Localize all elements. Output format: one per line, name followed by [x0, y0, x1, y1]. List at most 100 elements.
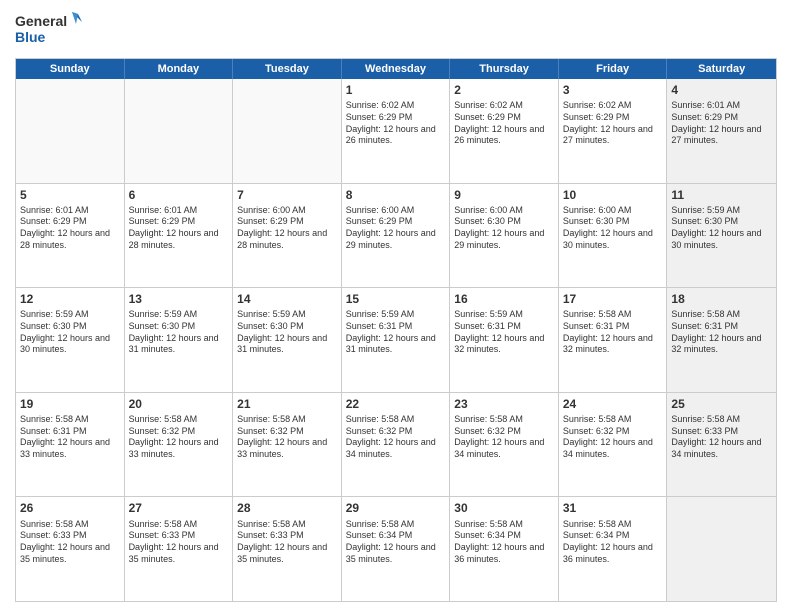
cell-info: Sunrise: 5:58 AM Sunset: 6:31 PM Dayligh…: [20, 414, 120, 461]
cell-info: Sunrise: 5:58 AM Sunset: 6:32 PM Dayligh…: [563, 414, 663, 461]
header: General Blue: [15, 10, 777, 52]
calendar: SundayMondayTuesdayWednesdayThursdayFrid…: [15, 58, 777, 602]
weekday-header: Friday: [559, 59, 668, 79]
day-number: 23: [454, 396, 554, 412]
cell-info: Sunrise: 5:59 AM Sunset: 6:30 PM Dayligh…: [129, 309, 229, 356]
calendar-row: 19 Sunrise: 5:58 AM Sunset: 6:31 PM Dayli…: [16, 393, 776, 498]
calendar-cell: 24 Sunrise: 5:58 AM Sunset: 6:32 PM Dayli…: [559, 393, 668, 497]
day-number: 22: [346, 396, 446, 412]
calendar-cell: 23 Sunrise: 5:58 AM Sunset: 6:32 PM Dayli…: [450, 393, 559, 497]
weekday-header: Saturday: [667, 59, 776, 79]
cell-info: Sunrise: 5:59 AM Sunset: 6:31 PM Dayligh…: [454, 309, 554, 356]
day-number: 31: [563, 500, 663, 516]
calendar-cell: 3Sunrise: 6:02 AM Sunset: 6:29 PM Daylig…: [559, 79, 668, 183]
cell-info: Sunrise: 5:58 AM Sunset: 6:33 PM Dayligh…: [671, 414, 772, 461]
calendar-cell: 22 Sunrise: 5:58 AM Sunset: 6:32 PM Dayli…: [342, 393, 451, 497]
cell-info: Sunrise: 5:59 AM Sunset: 6:30 PM Dayligh…: [671, 205, 772, 252]
calendar-body: 1 Sunrise: 6:02 AM Sunset: 6:29 PM Daylig…: [16, 79, 776, 601]
logo: General Blue: [15, 10, 85, 52]
cell-info: Sunrise: 5:58 AM Sunset: 6:34 PM Dayligh…: [563, 519, 663, 566]
calendar-cell: 15Sunrise: 5:59 AM Sunset: 6:31 PM Dayli…: [342, 288, 451, 392]
calendar-cell: 29 Sunrise: 5:58 AM Sunset: 6:34 PM Dayli…: [342, 497, 451, 601]
cell-info: Sunrise: 5:58 AM Sunset: 6:33 PM Dayligh…: [237, 519, 337, 566]
cell-info: Sunrise: 5:58 AM Sunset: 6:33 PM Dayligh…: [20, 519, 120, 566]
day-number: 9: [454, 187, 554, 203]
day-number: 6: [129, 187, 229, 203]
day-number: 11: [671, 187, 772, 203]
calendar-cell: 7 Sunrise: 6:00 AM Sunset: 6:29 PM Daylig…: [233, 184, 342, 288]
cell-info: Sunrise: 5:58 AM Sunset: 6:34 PM Dayligh…: [454, 519, 554, 566]
calendar-cell: 4Sunrise: 6:01 AM Sunset: 6:29 PM Daylig…: [667, 79, 776, 183]
calendar-cell: 31 Sunrise: 5:58 AM Sunset: 6:34 PM Dayli…: [559, 497, 668, 601]
day-number: 20: [129, 396, 229, 412]
cell-info: Sunrise: 6:00 AM Sunset: 6:30 PM Dayligh…: [454, 205, 554, 252]
calendar-row: 26 Sunrise: 5:58 AM Sunset: 6:33 PM Dayli…: [16, 497, 776, 601]
calendar-cell: 28 Sunrise: 5:58 AM Sunset: 6:33 PM Dayli…: [233, 497, 342, 601]
cell-info: Sunrise: 5:59 AM Sunset: 6:30 PM Dayligh…: [20, 309, 120, 356]
cell-info: Sunrise: 6:00 AM Sunset: 6:30 PM Dayligh…: [563, 205, 663, 252]
cell-info: Sunrise: 6:00 AM Sunset: 6:29 PM Dayligh…: [237, 205, 337, 252]
logo-svg: General Blue: [15, 10, 85, 52]
day-number: 7: [237, 187, 337, 203]
cell-info: Sunrise: 5:58 AM Sunset: 6:33 PM Dayligh…: [129, 519, 229, 566]
day-number: 17: [563, 291, 663, 307]
cell-info: Sunrise: 5:58 AM Sunset: 6:31 PM Dayligh…: [671, 309, 772, 356]
calendar-cell: 5 Sunrise: 6:01 AM Sunset: 6:29 PM Daylig…: [16, 184, 125, 288]
day-number: 1: [346, 82, 446, 98]
cell-info: Sunrise: 5:58 AM Sunset: 6:32 PM Dayligh…: [129, 414, 229, 461]
calendar-cell: 17 Sunrise: 5:58 AM Sunset: 6:31 PM Dayli…: [559, 288, 668, 392]
cell-info: Sunrise: 5:58 AM Sunset: 6:32 PM Dayligh…: [454, 414, 554, 461]
weekday-header: Wednesday: [342, 59, 451, 79]
calendar-cell: 12 Sunrise: 5:59 AM Sunset: 6:30 PM Dayli…: [16, 288, 125, 392]
calendar-cell: 16 Sunrise: 5:59 AM Sunset: 6:31 PM Dayli…: [450, 288, 559, 392]
day-number: 21: [237, 396, 337, 412]
svg-text:General: General: [15, 13, 67, 29]
calendar-cell: 6 Sunrise: 6:01 AM Sunset: 6:29 PM Daylig…: [125, 184, 234, 288]
calendar-cell: 8 Sunrise: 6:00 AM Sunset: 6:29 PM Daylig…: [342, 184, 451, 288]
calendar-cell: [667, 497, 776, 601]
cell-info: Sunrise: 5:58 AM Sunset: 6:34 PM Dayligh…: [346, 519, 446, 566]
calendar-cell: 26 Sunrise: 5:58 AM Sunset: 6:33 PM Dayli…: [16, 497, 125, 601]
day-number: 26: [20, 500, 120, 516]
day-number: 5: [20, 187, 120, 203]
day-number: 30: [454, 500, 554, 516]
weekday-header: Tuesday: [233, 59, 342, 79]
day-number: 2: [454, 82, 554, 98]
calendar-cell: 14Sunrise: 5:59 AM Sunset: 6:30 PM Dayli…: [233, 288, 342, 392]
calendar-cell: 10Sunrise: 6:00 AM Sunset: 6:30 PM Dayli…: [559, 184, 668, 288]
calendar-cell: 25 Sunrise: 5:58 AM Sunset: 6:33 PM Dayli…: [667, 393, 776, 497]
day-number: 12: [20, 291, 120, 307]
day-number: 8: [346, 187, 446, 203]
day-number: 29: [346, 500, 446, 516]
calendar-cell: 13Sunrise: 5:59 AM Sunset: 6:30 PM Dayli…: [125, 288, 234, 392]
day-number: 19: [20, 396, 120, 412]
calendar-cell: 11 Sunrise: 5:59 AM Sunset: 6:30 PM Dayli…: [667, 184, 776, 288]
cell-info: Sunrise: 6:01 AM Sunset: 6:29 PM Dayligh…: [129, 205, 229, 252]
calendar-cell: 27 Sunrise: 5:58 AM Sunset: 6:33 PM Dayli…: [125, 497, 234, 601]
cell-info: Sunrise: 6:00 AM Sunset: 6:29 PM Dayligh…: [346, 205, 446, 252]
day-number: 25: [671, 396, 772, 412]
cell-info: Sunrise: 6:02 AM Sunset: 6:29 PM Dayligh…: [346, 100, 446, 147]
day-number: 27: [129, 500, 229, 516]
day-number: 28: [237, 500, 337, 516]
day-number: 4: [671, 82, 772, 98]
cell-info: Sunrise: 5:59 AM Sunset: 6:31 PM Dayligh…: [346, 309, 446, 356]
calendar-cell: 19 Sunrise: 5:58 AM Sunset: 6:31 PM Dayli…: [16, 393, 125, 497]
calendar-cell: 1 Sunrise: 6:02 AM Sunset: 6:29 PM Daylig…: [342, 79, 451, 183]
day-number: 18: [671, 291, 772, 307]
cell-info: Sunrise: 5:58 AM Sunset: 6:32 PM Dayligh…: [346, 414, 446, 461]
day-number: 16: [454, 291, 554, 307]
page: General Blue SundayMondayTuesdayWednesda…: [0, 0, 792, 612]
calendar-header: SundayMondayTuesdayWednesdayThursdayFrid…: [16, 59, 776, 79]
calendar-row: 5 Sunrise: 6:01 AM Sunset: 6:29 PM Daylig…: [16, 184, 776, 289]
day-number: 3: [563, 82, 663, 98]
cell-info: Sunrise: 6:01 AM Sunset: 6:29 PM Dayligh…: [20, 205, 120, 252]
calendar-cell: [16, 79, 125, 183]
weekday-header: Monday: [125, 59, 234, 79]
weekday-header: Sunday: [16, 59, 125, 79]
calendar-cell: 20 Sunrise: 5:58 AM Sunset: 6:32 PM Dayli…: [125, 393, 234, 497]
calendar-cell: [125, 79, 234, 183]
weekday-header: Thursday: [450, 59, 559, 79]
day-number: 24: [563, 396, 663, 412]
cell-info: Sunrise: 5:58 AM Sunset: 6:31 PM Dayligh…: [563, 309, 663, 356]
